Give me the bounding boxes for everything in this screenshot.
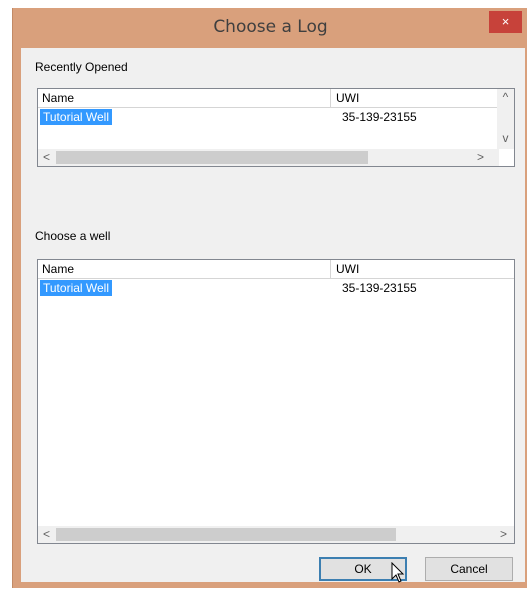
cancel-button[interactable]: Cancel — [425, 557, 513, 581]
scroll-left-icon[interactable]: < — [38, 149, 55, 166]
column-divider[interactable] — [330, 89, 331, 107]
uwi-cell: 35-139-23155 — [342, 110, 417, 124]
scroll-right-icon[interactable]: > — [472, 149, 489, 166]
list-header: Name UWI — [38, 260, 514, 279]
close-icon: × — [501, 14, 510, 29]
close-button[interactable]: × — [489, 11, 522, 33]
list-item[interactable]: Tutorial Well 35-139-23155 — [38, 109, 514, 125]
column-header-name[interactable]: Name — [38, 89, 330, 107]
column-header-name[interactable]: Name — [38, 260, 330, 278]
choose-log-dialog: Choose a Log × Recently Opened Name UWI … — [12, 8, 527, 588]
horizontal-scrollbar[interactable]: < > — [38, 526, 514, 543]
choose-well-label: Choose a well — [35, 229, 111, 243]
dialog-title: Choose a Log — [213, 17, 328, 37]
scroll-right-icon[interactable]: > — [495, 526, 512, 543]
uwi-cell: 35-139-23155 — [342, 281, 417, 295]
scroll-down-icon[interactable]: v — [497, 130, 514, 147]
title-bar[interactable]: Choose a Log × — [13, 8, 527, 48]
scroll-left-icon[interactable]: < — [38, 526, 55, 543]
well-name-cell[interactable]: Tutorial Well — [40, 280, 113, 296]
column-header-uwi[interactable]: UWI — [332, 260, 482, 278]
horizontal-scrollbar[interactable]: < > — [38, 149, 499, 166]
list-header: Name UWI — [38, 89, 499, 108]
scrollbar-thumb[interactable] — [56, 528, 396, 541]
scroll-up-icon[interactable]: ^ — [497, 89, 514, 106]
well-list[interactable]: Name UWI Tutorial Well 35-139-23155 < > — [37, 259, 515, 544]
scrollbar-thumb[interactable] — [56, 151, 368, 164]
mouse-cursor-icon — [391, 562, 405, 583]
list-item[interactable]: Tutorial Well 35-139-23155 — [38, 280, 514, 296]
recently-opened-label: Recently Opened — [35, 60, 128, 74]
column-divider[interactable] — [330, 260, 331, 278]
column-header-uwi[interactable]: UWI — [332, 89, 472, 107]
well-name-cell[interactable]: Tutorial Well — [40, 109, 113, 125]
dialog-client-area: Recently Opened Name UWI Tutorial Well 3… — [21, 48, 525, 583]
recently-opened-list[interactable]: Name UWI Tutorial Well 35-139-23155 ^ v … — [37, 88, 515, 167]
vertical-scrollbar[interactable]: ^ v — [497, 89, 514, 149]
